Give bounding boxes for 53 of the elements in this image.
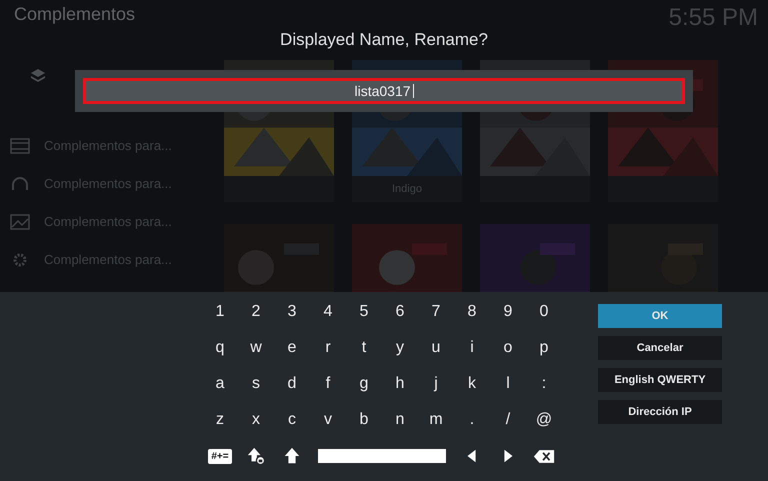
keyboard-key[interactable]: v (310, 402, 346, 438)
keyboard-key[interactable]: u (418, 330, 454, 366)
keyboard-key[interactable]: z (202, 402, 238, 438)
keyboard-key[interactable]: 9 (490, 294, 526, 330)
keyboard-key[interactable]: 1 (202, 294, 238, 330)
keyboard-key[interactable]: g (346, 366, 382, 402)
keyboard-key[interactable]: s (238, 366, 274, 402)
keyboard-key[interactable]: . (454, 402, 490, 438)
symbols-key[interactable]: #+= (202, 438, 238, 474)
keyboard-key[interactable]: e (274, 330, 310, 366)
keyboard-key[interactable]: 5 (346, 294, 382, 330)
caps-lock-icon (247, 447, 265, 465)
keyboard-key[interactable]: 2 (238, 294, 274, 330)
keyboard-key[interactable]: 4 (310, 294, 346, 330)
backspace-icon (533, 448, 555, 464)
keyboard-key[interactable]: c (274, 402, 310, 438)
keyboard-key[interactable]: o (490, 330, 526, 366)
page-title: Complementos (14, 4, 136, 25)
image-icon (10, 214, 30, 230)
keyboard-key[interactable]: / (490, 402, 526, 438)
keyboard-key[interactable]: m (418, 402, 454, 438)
keyboard-key[interactable]: x (238, 402, 274, 438)
keyboard-key[interactable]: 8 (454, 294, 490, 330)
keyboard-key[interactable]: w (238, 330, 274, 366)
keyboard-key[interactable]: y (382, 330, 418, 366)
keyboard-key[interactable]: f (310, 366, 346, 402)
keyboard-key[interactable]: i (454, 330, 490, 366)
keyboard-key[interactable]: 6 (382, 294, 418, 330)
input-field[interactable]: lista0317 (83, 78, 685, 104)
dialog-button[interactable]: English QWERTY (598, 368, 722, 392)
keyboard-key[interactable]: p (526, 330, 562, 366)
keyboard-key[interactable]: @ (526, 402, 562, 438)
keyboard-key[interactable]: a (202, 366, 238, 402)
keyboard-key[interactable]: d (274, 366, 310, 402)
keyboard-key[interactable]: 7 (418, 294, 454, 330)
keyboard-key[interactable]: j (418, 366, 454, 402)
keyboard-key[interactable]: n (382, 402, 418, 438)
dialog-button[interactable]: Cancelar (598, 336, 722, 360)
dialog-title: Displayed Name, Rename? (280, 30, 488, 51)
keyboard-key[interactable]: 3 (274, 294, 310, 330)
keyboard-key[interactable]: : (526, 366, 562, 402)
headphones-icon (10, 176, 30, 192)
keyboard-key[interactable]: h (382, 366, 418, 402)
keyboard-key[interactable]: r (310, 330, 346, 366)
shift-icon (283, 447, 301, 465)
film-icon (10, 138, 30, 154)
keyboard-key[interactable]: b (346, 402, 382, 438)
keyboard-key[interactable]: 0 (526, 294, 562, 330)
dialog-button[interactable]: Dirección IP (598, 400, 722, 424)
keyboard-key[interactable]: k (454, 366, 490, 402)
keyboard-key[interactable]: t (346, 330, 382, 366)
keyboard-key[interactable]: q (202, 330, 238, 366)
keyboard-key[interactable]: l (490, 366, 526, 402)
